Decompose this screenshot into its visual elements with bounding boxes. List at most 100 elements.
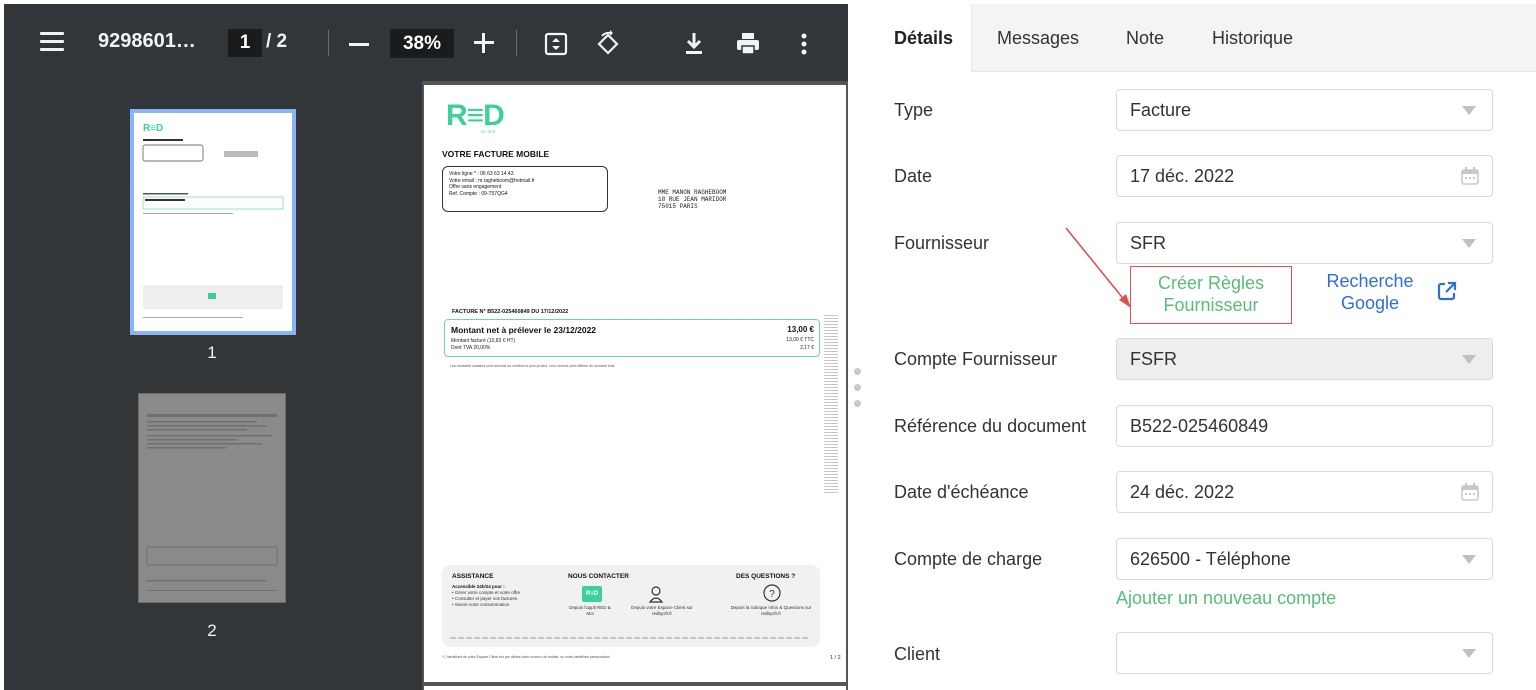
red-logo-subtitle: BY SFR	[481, 129, 496, 134]
question-bubble-icon: ?	[763, 584, 781, 602]
assistance-text: Accessible 24h/24 pour : • Gérer votre c…	[452, 584, 562, 608]
zoom-level-input[interactable]: 38%	[390, 29, 454, 58]
date-label: Date	[894, 166, 933, 186]
supplier-label: Fournisseur	[894, 233, 990, 253]
questions-text: Depuis la rubrique Infos & Questions sur…	[730, 605, 812, 616]
tab-messages[interactable]: Messages	[997, 4, 1079, 72]
calendar-icon[interactable]	[1460, 482, 1480, 502]
chevron-down-icon	[1462, 106, 1476, 115]
create-supplier-rules-button[interactable]: Créer Règles Fournisseur	[1130, 266, 1292, 324]
supplier-value: SFR	[1130, 233, 1166, 253]
charge-account-label: Compte de charge	[894, 549, 1043, 569]
supplier-account-value: FSFR	[1130, 349, 1177, 369]
chevron-down-icon	[1462, 239, 1476, 248]
due-date-value: 24 déc. 2022	[1130, 482, 1235, 502]
toolbar-divider	[516, 30, 517, 56]
external-link-icon[interactable]	[1436, 280, 1458, 302]
assistance-line: • Suivre votre consommation	[452, 602, 510, 607]
red-logo: R≡D	[446, 99, 505, 132]
amount-tva-rate: Dont TVA 20,00%	[451, 345, 491, 351]
svg-text:?: ?	[769, 589, 775, 600]
type-value: Facture	[1130, 100, 1192, 120]
chevron-down-icon	[1462, 649, 1476, 658]
customer-info-box: Votre ligne * : 06 63 63 14 43 Votre ema…	[442, 166, 608, 212]
add-account-link[interactable]: Ajouter un nouveau compte	[1116, 588, 1336, 609]
rounding-note: Les montants unitaires sont arrondis au …	[450, 364, 616, 368]
amount-value: 13,00 €	[787, 325, 814, 334]
help-footer: ASSISTANCE Accessible 24h/24 pour : • Gé…	[442, 565, 820, 647]
date-value: 17 déc. 2022	[1130, 166, 1235, 186]
invoice-page: R≡D BY SFR VOTRE FACTURE MOBILE Votre li…	[424, 85, 846, 682]
thumbnail-label: 2	[207, 621, 217, 640]
client-select[interactable]	[1116, 632, 1493, 674]
charge-account-select[interactable]: 626500 - Téléphone	[1116, 538, 1493, 580]
legal-side-text	[824, 315, 838, 495]
user-icon	[648, 586, 664, 603]
contact-web-text: Depuis votre Espace Client sur redbysfr.…	[631, 605, 693, 616]
invoice-number: FACTURE N° B522-025460849 DU 17/12/2022	[452, 309, 569, 315]
amount-tva: 2,17 €	[800, 345, 814, 351]
due-date-input[interactable]: 24 déc. 2022	[1116, 471, 1493, 513]
due-date-label: Date d'échéance	[894, 482, 1029, 502]
tab-bar: Détails Messages Note Historique	[872, 4, 1536, 73]
page-thumbnail-2[interactable]	[138, 393, 286, 603]
tab-note[interactable]: Note	[1126, 4, 1164, 72]
details-panel: Détails Messages Note Historique Type Fa…	[872, 4, 1536, 690]
document-view[interactable]: R≡D BY SFR VOTRE FACTURE MOBILE Votre li…	[422, 81, 848, 690]
calendar-icon[interactable]	[1460, 166, 1480, 186]
customer-address: MME MANON RAGHEBOOM 18 RUE JEAN MARIDOR …	[658, 189, 726, 210]
fit-page-icon[interactable]	[542, 30, 570, 58]
footer-fine-print	[450, 637, 810, 639]
amount-ht: Montant facturé (10,83 € HT)	[451, 338, 516, 344]
red-app-icon: R≡D	[582, 586, 602, 602]
supplier-account-select: FSFR	[1116, 338, 1493, 380]
svg-text:R≡D: R≡D	[143, 123, 163, 134]
download-icon[interactable]	[680, 30, 708, 58]
thumbnail-sidebar: R≡D 1 2	[4, 81, 422, 690]
amount-box: Montant net à prélever le 23/12/2022 Mon…	[444, 319, 820, 357]
tab-details[interactable]: Détails	[872, 4, 972, 73]
panel-resize-handle[interactable]	[854, 368, 862, 428]
zoom-out-icon[interactable]	[349, 43, 369, 46]
chevron-down-icon	[1462, 555, 1476, 564]
page-thumbnail-1[interactable]: R≡D	[130, 109, 296, 335]
charge-account-value: 626500 - Téléphone	[1130, 549, 1291, 569]
page-number: 1 / 2	[830, 655, 841, 661]
more-options-icon[interactable]	[790, 30, 818, 58]
tab-history[interactable]: Historique	[1212, 4, 1293, 72]
toolbar-divider	[328, 30, 329, 56]
date-input[interactable]: 17 déc. 2022	[1116, 155, 1493, 197]
assistance-title: ASSISTANCE	[452, 573, 494, 580]
doc-reference-input[interactable]: B522-025460849	[1116, 405, 1493, 447]
invoice-heading: VOTRE FACTURE MOBILE	[442, 149, 550, 159]
google-search-link[interactable]: Recherche Google	[1310, 270, 1430, 314]
supplier-account-label: Compte Fournisseur	[894, 349, 1058, 369]
doc-reference-label: Référence du document	[894, 416, 1087, 436]
contact-app-text: Depuis l'appli RED & Moi	[569, 605, 611, 616]
menu-icon[interactable]	[40, 32, 64, 52]
page-number-input[interactable]: 1	[228, 29, 262, 57]
questions-title: DES QUESTIONS ?	[736, 573, 796, 580]
contact-title: NOUS CONTACTER	[568, 573, 629, 580]
rotate-icon[interactable]	[594, 30, 622, 58]
page-total: / 2	[266, 31, 288, 52]
info-line: Ref. Compte : 09-T57QG4	[449, 190, 508, 197]
chevron-down-icon	[1462, 355, 1476, 364]
next-page-edge	[424, 686, 846, 690]
amount-ttc: 13,00 € TTC	[786, 337, 814, 343]
address-line: 75015 PARIS	[658, 203, 698, 210]
address-line: MME MANON RAGHEBOOM	[658, 189, 727, 196]
type-label: Type	[894, 100, 934, 120]
supplier-select[interactable]: SFR	[1116, 222, 1493, 264]
page-footnote: * L'identifiant de votre Espace Client e…	[442, 655, 611, 659]
thumbnail-label: 1	[207, 343, 217, 362]
pdf-viewer: 9298601… 1 / 2 38% R≡D 1 2 R≡D BY SFR VO…	[4, 4, 848, 690]
client-label: Client	[894, 644, 941, 664]
address-line: 18 RUE JEAN MARIDOR	[658, 196, 727, 203]
pdf-toolbar: 9298601… 1 / 2 38%	[4, 4, 848, 81]
type-select[interactable]: Facture	[1116, 89, 1493, 131]
print-icon[interactable]	[734, 30, 762, 58]
document-title: 9298601…	[98, 30, 196, 52]
doc-reference-value: B522-025460849	[1130, 416, 1269, 436]
zoom-in-icon[interactable]	[474, 33, 494, 53]
